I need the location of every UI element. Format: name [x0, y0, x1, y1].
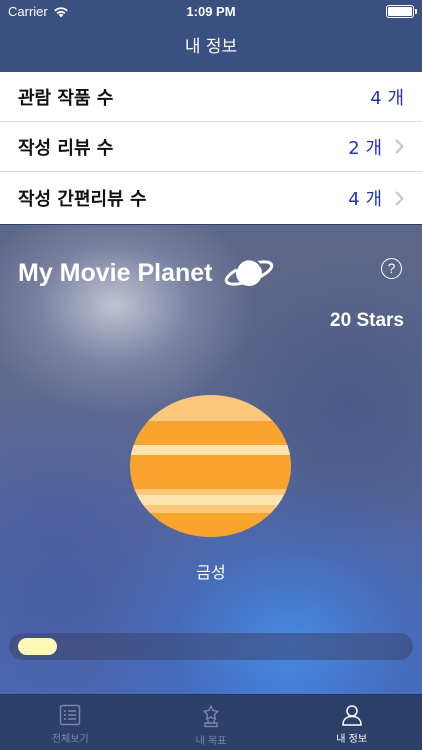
planet-section: My Movie Planet ? 20 Stars 금성 [0, 225, 422, 694]
stat-value: 4 개 [348, 189, 382, 210]
tab-label: 내 정보 [336, 734, 368, 745]
planet-section-title: My Movie Planet [18, 253, 275, 293]
planet-title-text: My Movie Planet [18, 258, 213, 287]
tab-goals[interactable]: 내 목표 [141, 695, 282, 750]
stat-row-reviews[interactable]: 작성 리뷰 수 2 개 [0, 122, 422, 172]
saturn-icon [224, 258, 273, 286]
stat-label: 관람 작품 수 [18, 87, 114, 109]
tab-label: 내 목표 [195, 736, 227, 747]
tab-label: 전체보기 [51, 734, 89, 745]
progress-bar [9, 633, 413, 660]
tab-bar: 전체보기 내 목표 내 정보 [0, 694, 422, 750]
stat-row-quick-reviews[interactable]: 작성 간편리뷰 수 4 개 [0, 172, 422, 224]
progress-fill [18, 638, 57, 655]
nav-bar: 내 정보 [0, 24, 422, 72]
stat-value: 4 개 [370, 87, 404, 109]
stat-row-watched[interactable]: 관람 작품 수 4 개 [0, 72, 422, 122]
stat-value: 2 개 [348, 137, 382, 159]
tab-my-info[interactable]: 내 정보 [281, 695, 422, 750]
clock: 1:09 PM [186, 4, 236, 19]
battery-icon [386, 5, 417, 18]
stars-count: 20 Stars [330, 310, 404, 331]
stat-label: 작성 간편리뷰 수 [18, 189, 147, 210]
chevron-right-icon [382, 191, 404, 206]
stat-label: 작성 리뷰 수 [18, 137, 114, 159]
planet-name: 금성 [196, 563, 226, 582]
stats-list: 관람 작품 수 4 개 작성 리뷰 수 2 개 작성 간편리뷰 수 4 개 [0, 72, 422, 224]
person-icon [341, 705, 362, 726]
venus-planet-icon[interactable] [130, 395, 291, 537]
list-icon [60, 704, 81, 726]
help-icon[interactable]: ? [381, 258, 402, 279]
trophy-icon [203, 705, 219, 728]
tab-all[interactable]: 전체보기 [0, 695, 141, 750]
page-title: 내 정보 [184, 37, 238, 57]
chevron-right-icon [382, 139, 404, 154]
status-bar: Carrier 1:09 PM [0, 0, 422, 24]
